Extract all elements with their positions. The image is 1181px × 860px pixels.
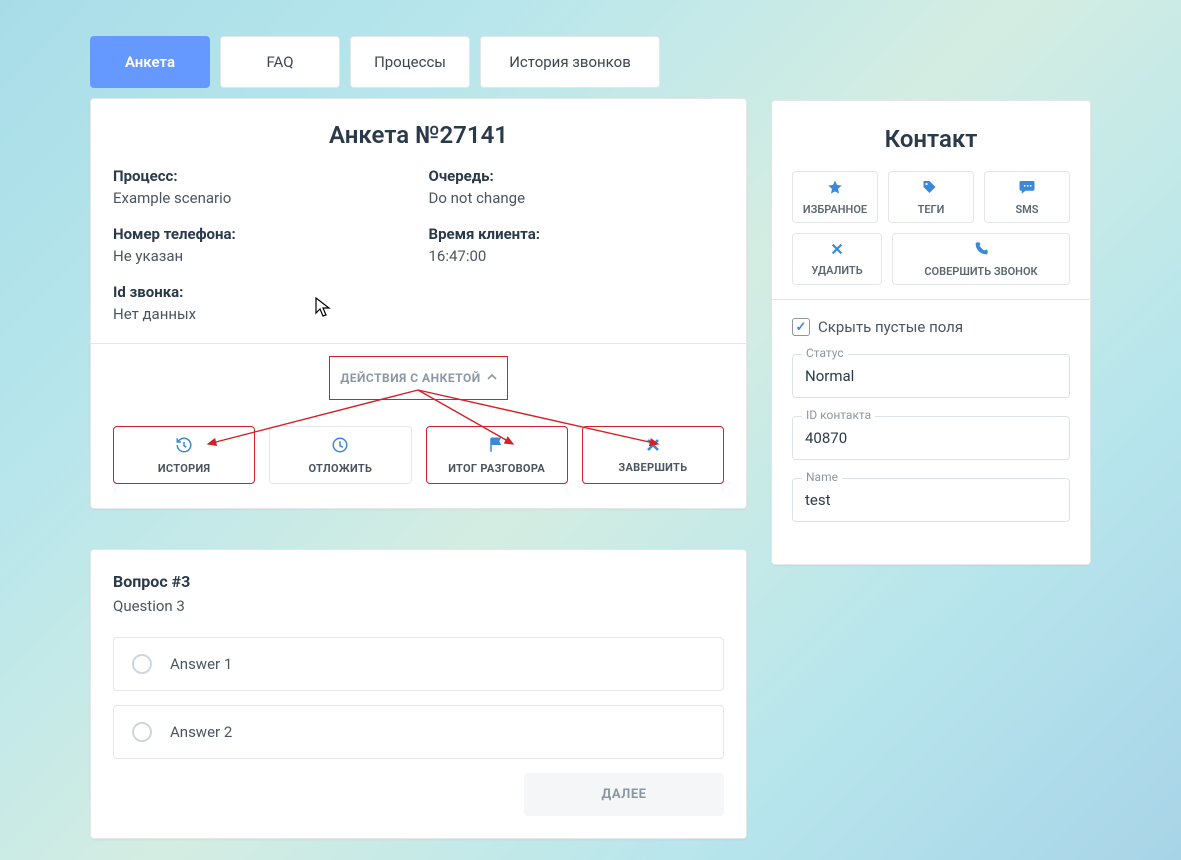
tags-label: ТЕГИ [918, 203, 945, 216]
star-icon [827, 179, 843, 199]
queue-value: Do not change [429, 189, 725, 207]
callid-block: Id звонка: Нет данных [113, 283, 409, 323]
status-input[interactable] [792, 354, 1070, 398]
top-tabs: Анкета FAQ Процессы История звонков [90, 36, 747, 88]
answer-label: Answer 2 [170, 723, 232, 741]
make-call-button[interactable]: СОВЕРШИТЬ ЗВОНОК [892, 233, 1070, 285]
question-text: Question 3 [113, 597, 724, 615]
process-value: Example scenario [113, 189, 409, 207]
history-label: ИСТОРИЯ [158, 462, 210, 475]
queue-label: Очередь: [429, 167, 725, 185]
status-label: Статус [802, 346, 848, 360]
contact-card: Контакт ИЗБРАННОЕ ТЕГИ [771, 100, 1091, 565]
make-call-label: СОВЕРШИТЬ ЗВОНОК [924, 265, 1037, 278]
contact-id-input[interactable] [792, 416, 1070, 460]
tab-call-history[interactable]: История звонков [480, 36, 660, 88]
answer-option[interactable]: Answer 2 [113, 705, 724, 759]
clock-icon [331, 436, 349, 458]
phone-block: Номер телефона: Не указан [113, 225, 409, 265]
history-button[interactable]: ИСТОРИЯ [113, 426, 255, 484]
client-time-label: Время клиента: [429, 225, 725, 243]
queue-block: Очередь: Do not change [429, 167, 725, 207]
contact-title: Контакт [792, 125, 1070, 153]
answer-option[interactable]: Answer 1 [113, 637, 724, 691]
sms-icon [1018, 179, 1036, 199]
client-time-value: 16:47:00 [429, 247, 725, 265]
delete-label: УДАЛИТЬ [811, 264, 862, 277]
close-icon [830, 242, 844, 260]
process-block: Процесс: Example scenario [113, 167, 409, 207]
callid-value: Нет данных [113, 305, 409, 323]
question-card: Вопрос #3 Question 3 Answer 1 Answer 2 Д… [90, 549, 747, 839]
sms-label: SMS [1015, 203, 1038, 216]
actions-header-toggle[interactable]: ДЕЙСТВИЯ С АНКЕТОЙ [329, 356, 507, 400]
actions-header-label: ДЕЙСТВИЯ С АНКЕТОЙ [340, 371, 480, 385]
tab-anketa[interactable]: Анкета [90, 36, 210, 88]
tags-button[interactable]: ТЕГИ [888, 171, 974, 223]
client-time-block: Время клиента: 16:47:00 [429, 225, 725, 265]
contact-id-label: ID контакта [802, 408, 875, 422]
postpone-button[interactable]: ОТЛОЖИТЬ [269, 426, 411, 484]
tab-faq[interactable]: FAQ [220, 36, 340, 88]
phone-label: Номер телефона: [113, 225, 409, 243]
close-icon [645, 437, 661, 457]
actions-section: ДЕЙСТВИЯ С АНКЕТОЙ [91, 343, 746, 484]
callid-label: Id звонка: [113, 283, 409, 301]
favorite-label: ИЗБРАННОЕ [803, 203, 867, 216]
flag-icon [488, 436, 506, 458]
chevron-up-icon [487, 371, 497, 385]
checkbox-checked-icon: ✓ [792, 318, 810, 336]
next-button[interactable]: ДАЛЕЕ [524, 773, 724, 816]
question-title: Вопрос #3 [113, 572, 724, 591]
answer-label: Answer 1 [170, 655, 232, 673]
radio-icon [132, 654, 152, 674]
postpone-label: ОТЛОЖИТЬ [309, 462, 373, 475]
call-result-label: ИТОГ РАЗГОВОРА [448, 462, 545, 475]
radio-icon [132, 722, 152, 742]
anketa-title: Анкета №27141 [113, 121, 724, 149]
tab-processes[interactable]: Процессы [350, 36, 470, 88]
finish-button[interactable]: ЗАВЕРШИТЬ [582, 426, 724, 484]
phone-icon [973, 241, 989, 261]
hide-empty-toggle[interactable]: ✓ Скрыть пустые поля [792, 318, 1070, 336]
hide-empty-label: Скрыть пустые поля [818, 318, 963, 336]
history-icon [175, 436, 193, 458]
name-input[interactable] [792, 478, 1070, 522]
delete-button[interactable]: УДАЛИТЬ [792, 233, 882, 285]
sms-button[interactable]: SMS [984, 171, 1070, 223]
phone-value: Не указан [113, 247, 409, 265]
favorite-button[interactable]: ИЗБРАННОЕ [792, 171, 878, 223]
finish-label: ЗАВЕРШИТЬ [618, 461, 687, 474]
anketa-card: Анкета №27141 Процесс: Example scenario … [90, 98, 747, 509]
call-result-button[interactable]: ИТОГ РАЗГОВОРА [426, 426, 568, 484]
name-label: Name [802, 470, 842, 484]
process-label: Процесс: [113, 167, 409, 185]
tags-icon [922, 179, 940, 199]
